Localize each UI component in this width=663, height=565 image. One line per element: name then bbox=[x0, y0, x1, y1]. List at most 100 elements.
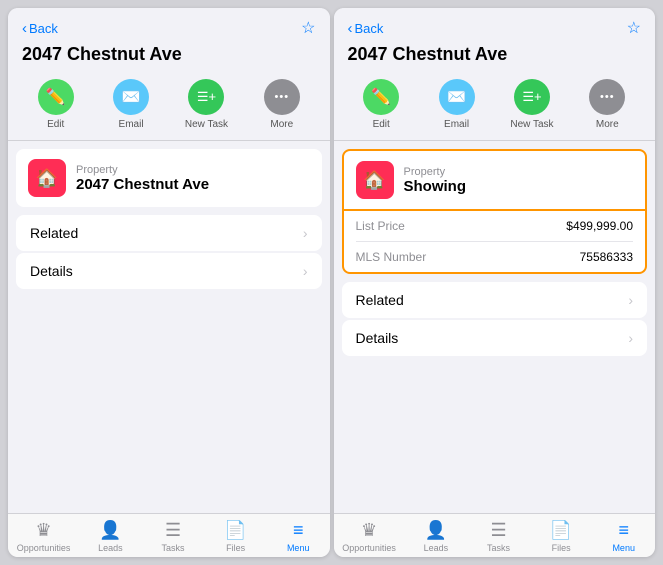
left-content: 🏠 Property 2047 Chestnut Ave Related › D… bbox=[8, 141, 330, 513]
right-bookmark-icon[interactable]: ☆ bbox=[627, 18, 641, 38]
right-email-icon: ✉️ bbox=[439, 79, 475, 115]
left-email-button[interactable]: ✉️ Email bbox=[106, 79, 156, 130]
left-newtask-button[interactable]: ☰+ New Task bbox=[181, 79, 231, 130]
right-menu-icon: ≡ bbox=[618, 520, 629, 541]
right-files-label: Files bbox=[552, 543, 571, 553]
left-leads-label: Leads bbox=[98, 543, 123, 553]
left-menu-icon: ≡ bbox=[293, 520, 304, 541]
left-more-label: More bbox=[270, 119, 293, 130]
left-related-row[interactable]: Related › bbox=[16, 215, 322, 251]
left-leads-icon: 👤 bbox=[99, 520, 121, 541]
right-mls-label: MLS Number bbox=[356, 250, 427, 264]
right-more-label: More bbox=[596, 119, 619, 130]
left-header: ‹ Back ☆ bbox=[8, 8, 330, 42]
right-header: ‹ Back ☆ bbox=[334, 8, 656, 42]
right-record-card-icon: 🏠 bbox=[356, 161, 394, 199]
left-tab-leads[interactable]: 👤 Leads bbox=[88, 520, 133, 553]
left-edit-icon: ✏️ bbox=[38, 79, 74, 115]
left-edit-label: Edit bbox=[47, 119, 64, 130]
right-details-label: Details bbox=[356, 330, 399, 346]
right-menu-label: Menu bbox=[612, 543, 635, 553]
right-email-label: Email bbox=[444, 119, 469, 130]
right-tab-opportunities[interactable]: ♛ Opportunities bbox=[342, 520, 396, 553]
left-newtask-icon: ☰+ bbox=[188, 79, 224, 115]
left-menu-label: Menu bbox=[287, 543, 310, 553]
right-tab-files[interactable]: 📄 Files bbox=[539, 520, 584, 553]
left-related-chevron-icon: › bbox=[303, 225, 308, 241]
right-page-title: 2047 Chestnut Ave bbox=[334, 42, 656, 73]
right-opportunities-label: Opportunities bbox=[342, 543, 396, 553]
right-edit-button[interactable]: ✏️ Edit bbox=[356, 79, 406, 130]
right-newtask-button[interactable]: ☰+ New Task bbox=[507, 79, 557, 130]
right-screen: ‹ Back ☆ 2047 Chestnut Ave ✏️ Edit ✉️ Em… bbox=[334, 8, 656, 557]
left-email-icon: ✉️ bbox=[113, 79, 149, 115]
right-related-row[interactable]: Related › bbox=[342, 282, 648, 318]
right-back-chevron-icon: ‹ bbox=[348, 21, 353, 36]
right-more-icon: ••• bbox=[589, 79, 625, 115]
left-back-label: Back bbox=[29, 21, 58, 36]
right-more-button[interactable]: ••• More bbox=[582, 79, 632, 130]
right-leads-label: Leads bbox=[424, 543, 449, 553]
right-list-price-row: List Price $499,999.00 bbox=[356, 211, 634, 242]
left-screen: ‹ Back ☆ 2047 Chestnut Ave ✏️ Edit ✉️ Em… bbox=[8, 8, 330, 557]
right-tab-bar: ♛ Opportunities 👤 Leads ☰ Tasks 📄 Files … bbox=[334, 513, 656, 557]
left-card-type: Property bbox=[76, 164, 209, 176]
right-newtask-label: New Task bbox=[510, 119, 553, 130]
left-back-button[interactable]: ‹ Back bbox=[22, 21, 58, 36]
left-opportunities-label: Opportunities bbox=[17, 543, 71, 553]
right-mls-row: MLS Number 75586333 bbox=[356, 242, 634, 272]
left-tab-bar: ♛ Opportunities 👤 Leads ☰ Tasks 📄 Files … bbox=[8, 513, 330, 557]
right-actions-row: ✏️ Edit ✉️ Email ☰+ New Task ••• More bbox=[334, 73, 656, 141]
right-opportunities-icon: ♛ bbox=[361, 520, 377, 541]
left-record-card-icon: 🏠 bbox=[28, 159, 66, 197]
right-record-card[interactable]: 🏠 Property Showing bbox=[342, 149, 648, 211]
left-tasks-label: Tasks bbox=[162, 543, 185, 553]
left-files-icon: 📄 bbox=[224, 520, 246, 541]
right-newtask-icon: ☰+ bbox=[514, 79, 550, 115]
right-tasks-label: Tasks bbox=[487, 543, 510, 553]
right-tab-leads[interactable]: 👤 Leads bbox=[413, 520, 458, 553]
right-card-type: Property bbox=[404, 166, 467, 178]
right-back-button[interactable]: ‹ Back bbox=[348, 21, 384, 36]
right-content: 🏠 Property Showing List Price $499,999.0… bbox=[334, 141, 656, 513]
left-page-title: 2047 Chestnut Ave bbox=[8, 42, 330, 73]
right-record-card-text: Property Showing bbox=[404, 166, 467, 195]
left-edit-button[interactable]: ✏️ Edit bbox=[31, 79, 81, 130]
left-more-icon: ••• bbox=[264, 79, 300, 115]
left-bookmark-icon[interactable]: ☆ bbox=[301, 18, 315, 38]
left-tasks-icon: ☰ bbox=[165, 520, 181, 541]
left-email-label: Email bbox=[119, 119, 144, 130]
left-more-button[interactable]: ••• More bbox=[257, 79, 307, 130]
right-card-details: List Price $499,999.00 MLS Number 755863… bbox=[342, 211, 648, 274]
right-email-button[interactable]: ✉️ Email bbox=[432, 79, 482, 130]
left-details-chevron-icon: › bbox=[303, 263, 308, 279]
right-back-label: Back bbox=[355, 21, 384, 36]
right-tab-tasks[interactable]: ☰ Tasks bbox=[476, 520, 521, 553]
left-record-card[interactable]: 🏠 Property 2047 Chestnut Ave bbox=[16, 149, 322, 207]
left-tab-opportunities[interactable]: ♛ Opportunities bbox=[17, 520, 71, 553]
right-leads-icon: 👤 bbox=[425, 520, 447, 541]
left-files-label: Files bbox=[226, 543, 245, 553]
left-record-card-text: Property 2047 Chestnut Ave bbox=[76, 164, 209, 193]
right-files-icon: 📄 bbox=[550, 520, 572, 541]
left-back-chevron-icon: ‹ bbox=[22, 21, 27, 36]
left-details-row[interactable]: Details › bbox=[16, 253, 322, 289]
right-related-chevron-icon: › bbox=[628, 292, 633, 308]
right-details-row[interactable]: Details › bbox=[342, 320, 648, 356]
right-edit-label: Edit bbox=[373, 119, 390, 130]
right-related-label: Related bbox=[356, 292, 404, 308]
screens-container: ‹ Back ☆ 2047 Chestnut Ave ✏️ Edit ✉️ Em… bbox=[0, 0, 663, 565]
left-tab-tasks[interactable]: ☰ Tasks bbox=[151, 520, 196, 553]
right-card-title: Showing bbox=[404, 178, 467, 195]
left-tab-files[interactable]: 📄 Files bbox=[213, 520, 258, 553]
right-list-price-label: List Price bbox=[356, 219, 405, 233]
right-tasks-icon: ☰ bbox=[490, 520, 506, 541]
left-details-label: Details bbox=[30, 263, 73, 279]
right-mls-value: 75586333 bbox=[580, 250, 633, 264]
right-edit-icon: ✏️ bbox=[363, 79, 399, 115]
left-tab-menu[interactable]: ≡ Menu bbox=[276, 520, 321, 553]
right-details-chevron-icon: › bbox=[628, 330, 633, 346]
left-related-label: Related bbox=[30, 225, 78, 241]
right-tab-menu[interactable]: ≡ Menu bbox=[601, 520, 646, 553]
left-newtask-label: New Task bbox=[185, 119, 228, 130]
